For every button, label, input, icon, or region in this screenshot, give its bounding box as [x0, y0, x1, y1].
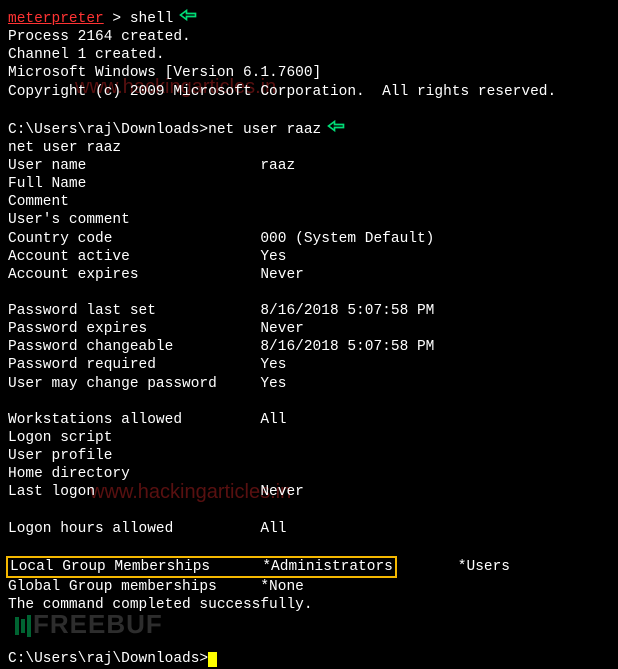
- blank-line: [8, 393, 610, 411]
- shell-command: shell: [130, 11, 174, 27]
- arrow-left-icon: [179, 8, 197, 28]
- local-admin-highlight: Local Group Memberships *Administrators: [6, 556, 397, 578]
- workstations-row: Workstations allowed All: [8, 411, 610, 429]
- meterpreter-prompt-line: meterpreter > shell: [8, 8, 610, 28]
- username-row: User name raaz: [8, 157, 610, 175]
- home-directory-row: Home directory: [8, 465, 610, 483]
- blank-line: [8, 538, 610, 556]
- copyright-line: Copyright (c) 2009 Microsoft Corporation…: [8, 83, 610, 101]
- global-group-row: Global Group memberships *None: [8, 578, 610, 596]
- usercomment-row: User's comment: [8, 211, 610, 229]
- pw-expires-row: Password expires Never: [8, 320, 610, 338]
- pw-last-set-row: Password last set 8/16/2018 5:07:58 PM: [8, 302, 610, 320]
- arrow-left-icon: [327, 119, 345, 139]
- fullname-row: Full Name: [8, 175, 610, 193]
- blank-line: [8, 632, 610, 650]
- country-row: Country code 000 (System Default): [8, 230, 610, 248]
- channel-created-line: Channel 1 created.: [8, 46, 610, 64]
- echo-command-line: net user raaz: [8, 139, 610, 157]
- success-line: The command completed successfully.: [8, 596, 610, 614]
- final-prompt-line[interactable]: C:\Users\raj\Downloads>: [8, 650, 610, 668]
- cursor-icon: [208, 652, 217, 667]
- logon-hours-row: Logon hours allowed All: [8, 520, 610, 538]
- comment-row: Comment: [8, 193, 610, 211]
- blank-line: [8, 501, 610, 519]
- windows-version-line: Microsoft Windows [Version 6.1.7600]: [8, 64, 610, 82]
- blank-line: [8, 101, 610, 119]
- net-user-command: net user raaz: [208, 122, 321, 138]
- logon-script-row: Logon script: [8, 429, 610, 447]
- last-logon-row: Last logon Never: [8, 483, 610, 501]
- user-profile-row: User profile: [8, 447, 610, 465]
- account-active-row: Account active Yes: [8, 248, 610, 266]
- cmd-path: C:\Users\raj\Downloads>: [8, 122, 208, 138]
- terminal-output: meterpreter > shell Process 2164 created…: [8, 8, 610, 669]
- account-expires-row: Account expires Never: [8, 266, 610, 284]
- blank-line: [8, 284, 610, 302]
- pw-required-row: Password required Yes: [8, 356, 610, 374]
- pw-maychange-row: User may change password Yes: [8, 375, 610, 393]
- cmd-prompt-line: C:\Users\raj\Downloads>net user raaz: [8, 119, 610, 139]
- local-group-row: Local Group Memberships *Administrators …: [8, 556, 610, 578]
- meterpreter-context: meterpreter: [8, 11, 104, 27]
- process-created-line: Process 2164 created.: [8, 28, 610, 46]
- cmd-path: C:\Users\raj\Downloads>: [8, 651, 208, 667]
- blank-line: [8, 614, 610, 632]
- pw-changeable-row: Password changeable 8/16/2018 5:07:58 PM: [8, 338, 610, 356]
